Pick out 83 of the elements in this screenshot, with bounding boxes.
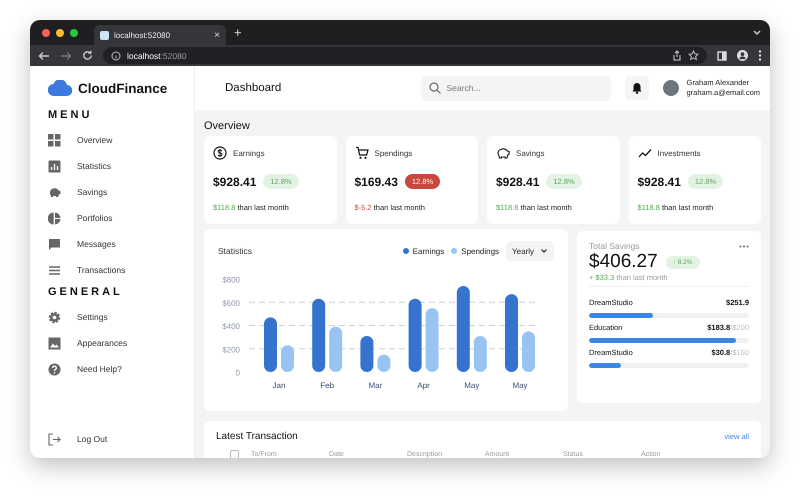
bar-chart-icon [48, 160, 61, 172]
amount: $928.41 [638, 174, 681, 188]
cloud-logo-icon [48, 80, 72, 96]
sidebar-item[interactable]: Overview [48, 127, 194, 153]
search-field[interactable]: Search... [420, 76, 611, 100]
caret-icon [540, 248, 548, 254]
side-panel-icon[interactable] [717, 50, 727, 60]
favicon-icon [100, 30, 109, 40]
help-icon [48, 362, 61, 376]
sidebar-item[interactable]: Need Help? [48, 356, 194, 382]
message-icon [48, 238, 61, 250]
x-tick-label: Mar [368, 381, 382, 390]
address-field[interactable]: localhost:52080 [103, 47, 707, 64]
piggy-bank-icon [496, 146, 510, 160]
sidebar-item[interactable]: Portfolios [48, 205, 194, 231]
maximize-window-button[interactable] [70, 28, 78, 36]
y-tick-label: $200 [222, 345, 240, 354]
sidebar-item[interactable]: Settings [48, 304, 194, 330]
chevron-down-icon[interactable] [752, 28, 762, 36]
logout-item[interactable]: Log Out [48, 426, 194, 452]
more-icon[interactable] [739, 244, 749, 248]
sidebar-section-title: MENU [48, 109, 94, 121]
close-window-button[interactable] [42, 28, 50, 36]
piggy-bank-icon [48, 186, 61, 198]
profile-icon[interactable] [737, 50, 748, 61]
card-title: Latest Transaction [216, 431, 298, 442]
bell-icon [632, 82, 642, 94]
browser-tab[interactable]: localhost:52080 × [94, 25, 226, 45]
logout-icon [48, 432, 61, 446]
period-dropdown[interactable]: Yearly [506, 241, 554, 261]
amount: $169.43 [354, 174, 398, 188]
new-tab-button[interactable]: + [234, 25, 242, 40]
x-tick-label: May [464, 381, 480, 390]
cart-icon [354, 146, 368, 160]
grid-icon [48, 134, 61, 146]
info-icon [111, 50, 121, 60]
sidebar-item[interactable]: Appearances [48, 330, 194, 356]
card-label: Spendings [374, 148, 412, 158]
sidebar-section-title: GENERAL [48, 286, 124, 298]
search-icon [428, 82, 441, 94]
star-icon[interactable] [688, 50, 699, 61]
amount: $928.41 [213, 174, 256, 188]
y-tick-label: $400 [222, 322, 240, 331]
sidebar-item[interactable]: Transactions [48, 257, 194, 283]
reload-icon[interactable] [82, 50, 93, 61]
y-tick-label: 0 [236, 368, 240, 378]
x-tick-label: May [512, 381, 528, 390]
dollar-icon [213, 146, 227, 160]
x-tick-label: Jan [272, 381, 286, 390]
share-icon[interactable] [672, 50, 682, 61]
legend-label: Spendings [461, 246, 500, 256]
menu-icon[interactable] [758, 50, 762, 61]
forward-icon[interactable] [60, 50, 72, 60]
savings-amount: $406.27 [589, 251, 658, 273]
pie-chart-icon [48, 212, 61, 224]
card-label: Investments [658, 148, 701, 158]
tab-title: localhost:52080 [114, 30, 172, 40]
sidebar-item[interactable]: Savings [48, 179, 194, 205]
checkbox[interactable] [230, 450, 239, 458]
x-tick-label: Apr [417, 381, 430, 390]
minimize-window-button[interactable] [56, 28, 64, 36]
tab-close-button[interactable]: × [214, 30, 220, 40]
legend-label: Earnings [412, 246, 444, 256]
card-title: Total Savings [589, 241, 640, 251]
y-tick-label: $800 [222, 276, 240, 284]
card-label: Earnings [233, 148, 265, 158]
amount: $928.41 [496, 174, 540, 188]
list-icon [48, 264, 61, 276]
sidebar-item[interactable]: Statistics [48, 153, 194, 179]
chart-title: Statistics [218, 246, 252, 256]
x-tick-label: Feb [320, 381, 334, 390]
y-tick-label: $600 [222, 298, 240, 308]
avatar[interactable] [662, 80, 679, 96]
settings-icon [48, 310, 61, 324]
notification-button[interactable] [624, 76, 649, 100]
url-text: localhost:52080 [127, 50, 187, 60]
brand-name: CloudFinance [78, 80, 168, 96]
section-title: Overview [204, 120, 251, 132]
page-title: Dashboard [225, 82, 282, 94]
image-icon [48, 336, 61, 350]
back-icon[interactable] [38, 50, 50, 60]
card-label: Savings [516, 148, 544, 158]
sidebar-item[interactable]: Messages [48, 231, 194, 257]
